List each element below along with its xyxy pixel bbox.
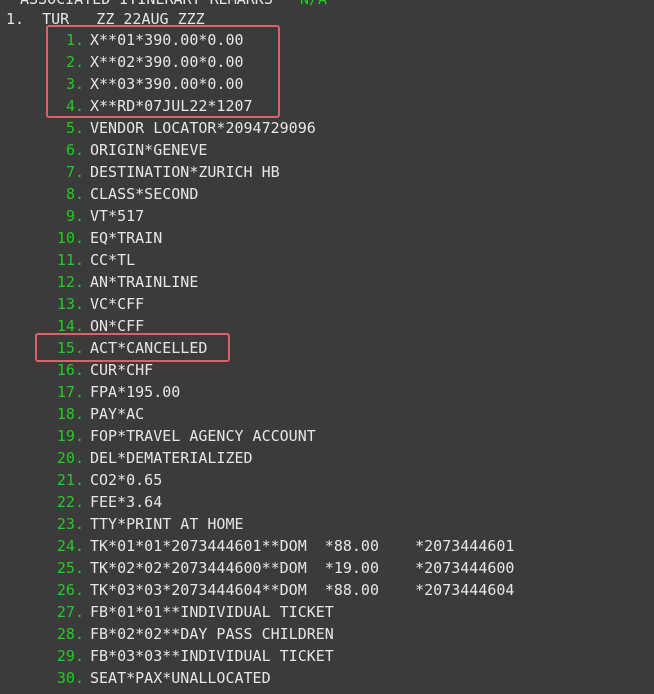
itinerary-header-line: 1. TUR ZZ 22AUG ZZZ [6,10,205,28]
line-number: 26. [56,581,84,599]
remark-line: 19. FOP*TRAVEL AGENCY ACCOUNT [0,425,654,447]
remark-line: 21. CO2*0.65 [0,469,654,491]
remark-text: FB*01*01**INDIVIDUAL TICKET [90,603,334,621]
remark-line: 25. TK*02*02*2073444600**DOM *19.00 *2073… [0,557,654,579]
remark-text: FOP*TRAVEL AGENCY ACCOUNT [90,427,316,445]
remark-text: ORIGIN*GENEVE [90,141,208,159]
remark-text: CUR*CHF [90,361,154,379]
remark-line: 6. ORIGIN*GENEVE [0,139,654,161]
remark-text: PAY*AC [90,405,145,423]
line-number: 17. [56,383,84,401]
remark-text: DEL*DEMATERIALIZED [90,449,253,467]
remark-line: 23. TTY*PRINT AT HOME [0,513,654,535]
remark-text: FEE*3.64 [90,493,163,511]
remark-text: CC*TL [90,251,136,269]
line-number: 9. [65,207,84,225]
remark-line: 27. FB*01*01**INDIVIDUAL TICKET [0,601,654,623]
line-number: 8. [65,185,84,203]
remark-text: TK*03*03*2073444604**DOM *88.00 *2073444… [90,581,515,599]
remark-line: 3. X**03*390.00*0.00 [0,73,654,95]
remark-text: TTY*PRINT AT HOME [90,515,244,533]
terminal-screen[interactable]: ASSOCIATED ITINERARY REMARKS N/A 1. TUR … [0,0,654,694]
remark-line: 29. FB*03*03**INDIVIDUAL TICKET [0,645,654,667]
line-number: 2. [65,53,84,71]
remark-line: 7. DESTINATION*ZURICH HB [0,161,654,183]
line-number: 15. [56,339,84,357]
remark-text: ON*CFF [90,317,145,335]
remark-text: EQ*TRAIN [90,229,163,247]
remark-line: 22. FEE*3.64 [0,491,654,513]
remark-line: 18. PAY*AC [0,403,654,425]
remark-text: DESTINATION*ZURICH HB [90,163,280,181]
line-number: 3. [65,75,84,93]
remark-text: VC*CFF [90,295,145,313]
remark-line: 12. AN*TRAINLINE [0,271,654,293]
remark-text: VENDOR LOCATOR*2094729096 [90,119,316,137]
line-number: 28. [56,625,84,643]
line-number: 5. [65,119,84,137]
line-number: 22. [56,493,84,511]
line-number: 24. [56,537,84,555]
remark-text: AN*TRAINLINE [90,273,199,291]
remark-text: FB*03*03**INDIVIDUAL TICKET [90,647,334,665]
remark-text: CLASS*SECOND [90,185,199,203]
remark-line: 15. ACT*CANCELLED [0,337,654,359]
remark-text: X**RD*07JUL22*1207 [90,97,253,115]
remark-line: 5. VENDOR LOCATOR*2094729096 [0,117,654,139]
remark-text: X**02*390.00*0.00 [90,53,244,71]
top-line-prefix: ASSOCIATED ITINERARY REMARKS [20,0,300,8]
line-number: 27. [56,603,84,621]
line-number: 10. [56,229,84,247]
remark-line: 9. VT*517 [0,205,654,227]
remark-line: 17. FPA*195.00 [0,381,654,403]
remark-line: 4. X**RD*07JUL22*1207 [0,95,654,117]
line-number: 13. [56,295,84,313]
remark-text: SEAT*PAX*UNALLOCATED [90,669,271,687]
line-number: 16. [56,361,84,379]
remark-text: X**01*390.00*0.00 [90,31,244,49]
line-number: 29. [56,647,84,665]
line-number: 30. [56,669,84,687]
line-number: 7. [65,163,84,181]
remark-line: 30. SEAT*PAX*UNALLOCATED [0,667,654,689]
remark-text: ACT*CANCELLED [90,339,208,357]
remark-line: 1. X**01*390.00*0.00 [0,29,654,51]
remarks-list: 1. X**01*390.00*0.00 2. X**02*390.00*0.00 3.… [0,29,654,689]
remark-line: 24. TK*01*01*2073444601**DOM *88.00 *2073… [0,535,654,557]
remark-line: 20. DEL*DEMATERIALIZED [0,447,654,469]
remark-text: TK*02*02*2073444600**DOM *19.00 *2073444… [90,559,515,577]
remark-line: 16. CUR*CHF [0,359,654,381]
line-number: 11. [56,251,84,269]
remark-line: 26. TK*03*03*2073444604**DOM *88.00 *2073… [0,579,654,601]
remark-line: 13. VC*CFF [0,293,654,315]
line-number: 14. [56,317,84,335]
remark-text: VT*517 [90,207,145,225]
line-number: 12. [56,273,84,291]
line-number: 18. [56,405,84,423]
remark-text: TK*01*01*2073444601**DOM *88.00 *2073444… [90,537,515,555]
remark-text: FB*02*02**DAY PASS CHILDREN [90,625,334,643]
remark-line: 28. FB*02*02**DAY PASS CHILDREN [0,623,654,645]
line-number: 21. [56,471,84,489]
line-number: 1. [65,31,84,49]
line-number: 20. [56,449,84,467]
line-number: 6. [65,141,84,159]
remark-line: 2. X**02*390.00*0.00 [0,51,654,73]
remark-text: FPA*195.00 [90,383,181,401]
line-number: 19. [56,427,84,445]
remark-line: 11. CC*TL [0,249,654,271]
line-number: 25. [56,559,84,577]
remark-line: 8. CLASS*SECOND [0,183,654,205]
top-line-status: N/A [300,0,327,8]
line-number: 4. [65,97,84,115]
remark-text: X**03*390.00*0.00 [90,75,244,93]
remark-text: CO2*0.65 [90,471,163,489]
remark-line: 14. ON*CFF [0,315,654,337]
remark-line: 10. EQ*TRAIN [0,227,654,249]
line-number: 23. [56,515,84,533]
